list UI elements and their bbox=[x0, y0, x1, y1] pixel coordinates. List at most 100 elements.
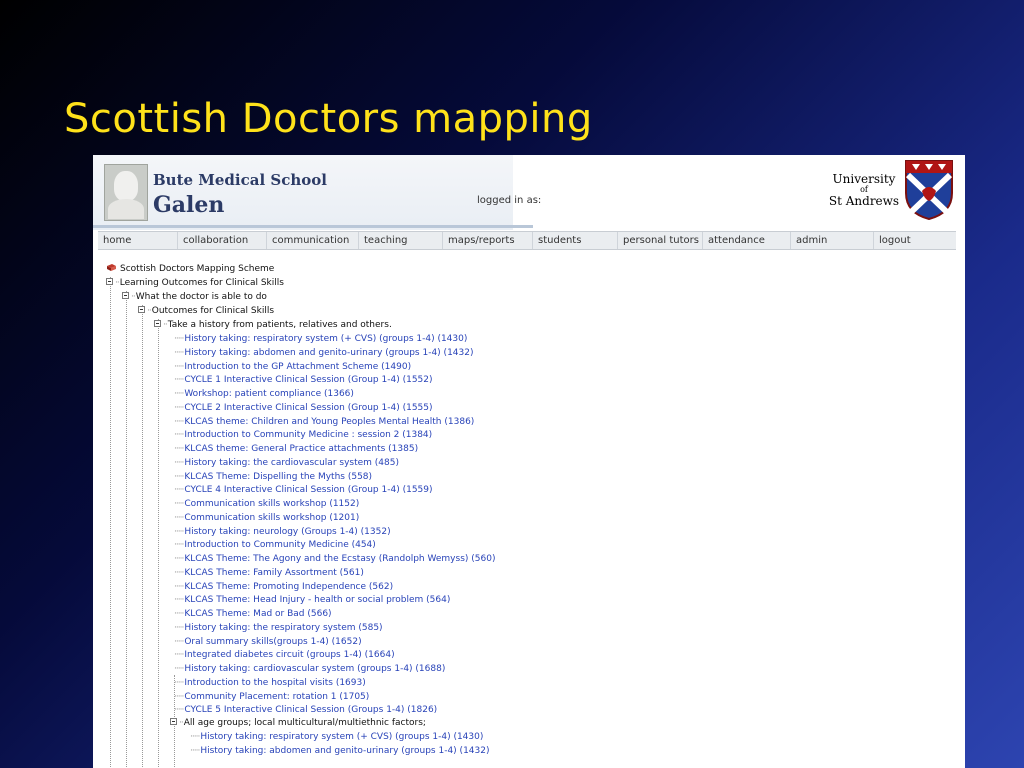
tree-leaf-link[interactable]: ·····KLCAS theme: Children and Young Peo… bbox=[174, 416, 474, 430]
tree-leaf-link[interactable]: ·····Community Placement: rotation 1 (17… bbox=[174, 691, 369, 705]
nav-communication[interactable]: communication bbox=[267, 232, 359, 249]
tree-leaf-label[interactable]: KLCAS Theme: The Agony and the Ecstasy (… bbox=[184, 554, 495, 564]
tree-leaf-label[interactable]: Introduction to the hospital visits (169… bbox=[184, 678, 365, 688]
school-name: Bute Medical School bbox=[153, 171, 327, 189]
tree-leaf-link[interactable]: ·····Introduction to Community Medicine … bbox=[174, 539, 376, 553]
tree-leaf-link[interactable]: ·····KLCAS Theme: Dispelling the Myths (… bbox=[174, 471, 372, 485]
tree-leaf-label[interactable]: KLCAS Theme: Family Assortment (561) bbox=[184, 568, 364, 578]
nav-personal-tutors[interactable]: personal tutors bbox=[618, 232, 703, 249]
tree-leaf-label[interactable]: KLCAS Theme: Dispelling the Myths (558) bbox=[184, 472, 372, 482]
tree-leaf-link[interactable]: ·····KLCAS Theme: Head Injury - health o… bbox=[174, 594, 450, 608]
tree-leaf-link[interactable]: ·····KLCAS theme: General Practice attac… bbox=[174, 443, 418, 457]
tree-leaf-link[interactable]: ·····Oral summary skills(groups 1-4) (16… bbox=[174, 636, 362, 650]
tree-leaf-label[interactable]: Communication skills workshop (1201) bbox=[184, 513, 359, 523]
nav-home[interactable]: home bbox=[98, 232, 178, 249]
tree-connector: ····· bbox=[174, 540, 184, 551]
tree-connector: ····· bbox=[174, 444, 184, 454]
collapse-icon[interactable] bbox=[122, 292, 129, 299]
tree-connector: ····· bbox=[174, 485, 184, 496]
tree-connector: ····· bbox=[174, 609, 184, 619]
tree-node-take-history[interactable]: ··Take a history from patients, relative… bbox=[154, 319, 392, 333]
tree-leaf-link[interactable]: ·····KLCAS Theme: Mad or Bad (566) bbox=[174, 608, 332, 622]
tree-leaf-label[interactable]: CYCLE 2 Interactive Clinical Session (Gr… bbox=[184, 403, 432, 413]
tree-leaf-label[interactable]: Introduction to Community Medicine (454) bbox=[184, 540, 375, 550]
tree-leaf-link[interactable]: ·····Introduction to Community Medicine … bbox=[174, 429, 432, 443]
tree-root[interactable]: Scottish Doctors Mapping Scheme bbox=[106, 263, 274, 277]
tree-leaf-link[interactable]: ·····CYCLE 2 Interactive Clinical Sessio… bbox=[174, 402, 433, 416]
tree-leaf-label[interactable]: Oral summary skills(groups 1-4) (1652) bbox=[184, 637, 361, 647]
tree-leaf-label[interactable]: KLCAS theme: Children and Young Peoples … bbox=[184, 417, 474, 427]
tree-leaf-label[interactable]: CYCLE 4 Interactive Clinical Session (Gr… bbox=[184, 485, 432, 495]
collapse-icon[interactable] bbox=[154, 320, 161, 327]
header-rule bbox=[93, 225, 533, 228]
tree-leaf-label[interactable]: History taking: cardiovascular system (g… bbox=[184, 664, 445, 674]
tree-node-learning-outcomes[interactable]: ··Learning Outcomes for Clinical Skills bbox=[106, 277, 284, 291]
nav-students[interactable]: students bbox=[533, 232, 618, 249]
tree-leaf-label[interactable]: History taking: neurology (Groups 1-4) (… bbox=[184, 527, 390, 537]
main-nav: home collaboration communication teachin… bbox=[98, 231, 956, 250]
tree-connector: ····· bbox=[174, 664, 184, 674]
tree-leaf-label[interactable]: History taking: respiratory system (+ CV… bbox=[184, 334, 467, 344]
tree-leaf-label[interactable]: KLCAS Theme: Head Injury - health or soc… bbox=[184, 595, 450, 605]
tree-leaf-link[interactable]: ·····History taking: cardiovascular syst… bbox=[174, 663, 445, 677]
tree-leaf-label[interactable]: Community Placement: rotation 1 (1705) bbox=[184, 692, 369, 702]
nav-collaboration[interactable]: collaboration bbox=[178, 232, 267, 249]
tree-leaf-label[interactable]: Workshop: patient compliance (1366) bbox=[184, 389, 354, 399]
tree-connector: ····· bbox=[174, 512, 184, 523]
nav-teaching[interactable]: teaching bbox=[359, 232, 443, 249]
university-name: University of St Andrews bbox=[825, 173, 903, 207]
tree-leaf-link[interactable]: ·····KLCAS Theme: Promoting Independence… bbox=[174, 581, 393, 595]
tree-leaf-label[interactable]: CYCLE 1 Interactive Clinical Session (Gr… bbox=[184, 375, 432, 385]
tree-leaf-link[interactable]: ·····Introduction to the hospital visits… bbox=[174, 677, 366, 691]
tree-leaf-link[interactable]: ·····Integrated diabetes circuit (groups… bbox=[174, 649, 395, 663]
tree-leaf-label[interactable]: History taking: abdomen and genito-urina… bbox=[200, 746, 489, 756]
tree-leaf-label[interactable]: History taking: abdomen and genito-urina… bbox=[184, 348, 473, 358]
tree-leaf-label[interactable]: KLCAS theme: General Practice attachment… bbox=[184, 444, 418, 454]
tree-leaf-label[interactable]: History taking: respiratory system (+ CV… bbox=[200, 732, 483, 742]
tree-leaf-link[interactable]: ·····KLCAS Theme: The Agony and the Ecst… bbox=[174, 553, 495, 567]
tree-connector: ····· bbox=[174, 677, 184, 688]
tree-leaf-link[interactable]: ·····Communication skills workshop (1201… bbox=[174, 512, 359, 526]
tree-leaf-label[interactable]: Communication skills workshop (1152) bbox=[184, 499, 359, 509]
tree-leaf-link[interactable]: ·····History taking: abdomen and genito-… bbox=[174, 347, 473, 361]
tree-leaf-label[interactable]: Introduction to the GP Attachment Scheme… bbox=[184, 362, 411, 372]
app-name: Galen bbox=[153, 192, 225, 218]
tree-leaf-link[interactable]: ·····History taking: respiratory system … bbox=[174, 333, 467, 347]
nav-admin[interactable]: admin bbox=[791, 232, 874, 249]
tree-leaf-label[interactable]: KLCAS Theme: Promoting Independence (562… bbox=[184, 582, 393, 592]
tree-leaf-link[interactable]: ·····Communication skills workshop (1152… bbox=[174, 498, 359, 512]
tree-leaf-label[interactable]: CYCLE 5 Interactive Clinical Session (Gr… bbox=[184, 705, 437, 715]
nav-logout[interactable]: logout bbox=[874, 232, 956, 249]
tree-leaf-link[interactable]: ·····History taking: the respiratory sys… bbox=[174, 622, 383, 636]
tree-leaf-label[interactable]: History taking: the respiratory system (… bbox=[184, 623, 382, 633]
tree-leaf-link[interactable]: ·····CYCLE 4 Interactive Clinical Sessio… bbox=[174, 484, 433, 498]
nav-maps-reports[interactable]: maps/reports bbox=[443, 232, 533, 249]
collapse-icon[interactable] bbox=[106, 278, 113, 285]
tree-leaf-link[interactable]: ·····CYCLE 1 Interactive Clinical Sessio… bbox=[174, 374, 433, 388]
tree-leaf-link[interactable]: ·····History taking: neurology (Groups 1… bbox=[174, 526, 391, 540]
slide-title: Scottish Doctors mapping bbox=[64, 96, 593, 142]
logged-in-label: logged in as: bbox=[477, 195, 542, 206]
collapse-icon[interactable] bbox=[138, 306, 145, 313]
collapse-icon[interactable] bbox=[170, 718, 177, 725]
tree-node-label: All age groups; local multicultural/mult… bbox=[183, 718, 426, 728]
tree-leaf-link[interactable]: ·····Workshop: patient compliance (1366) bbox=[174, 388, 354, 402]
tree-leaf-label[interactable]: Introduction to Community Medicine : ses… bbox=[184, 430, 432, 440]
tree-leaf-link[interactable]: ·····Introduction to the GP Attachment S… bbox=[174, 361, 411, 375]
tree-node-outcomes-clinical[interactable]: ··Outcomes for Clinical Skills bbox=[138, 305, 274, 319]
tree-connector: ····· bbox=[174, 347, 184, 358]
tree-leaf-label[interactable]: History taking: the cardiovascular syste… bbox=[184, 458, 399, 468]
tree-node-able-to-do[interactable]: ··What the doctor is able to do bbox=[122, 291, 267, 305]
tree-leaf-link[interactable]: ·····History taking: respiratory system … bbox=[190, 731, 483, 745]
tree-node-all-age-groups[interactable]: ··All age groups; local multicultural/mu… bbox=[170, 717, 426, 731]
tree-leaf-link[interactable]: ·····KLCAS Theme: Family Assortment (561… bbox=[174, 567, 364, 581]
tree-leaf-link[interactable]: ·····History taking: abdomen and genito-… bbox=[190, 745, 489, 759]
tree-leaf-label[interactable]: KLCAS Theme: Mad or Bad (566) bbox=[184, 609, 331, 619]
tree-leaf-link[interactable]: ·····History taking: the cardiovascular … bbox=[174, 457, 399, 471]
tree-connector: ····· bbox=[174, 389, 184, 399]
tree-leaf-label[interactable]: Integrated diabetes circuit (groups 1-4)… bbox=[184, 650, 394, 660]
nav-attendance[interactable]: attendance bbox=[703, 232, 791, 249]
tree-connector: ····· bbox=[174, 471, 184, 482]
tree-connector: ····· bbox=[174, 430, 184, 441]
tree-connector: ····· bbox=[174, 650, 184, 661]
